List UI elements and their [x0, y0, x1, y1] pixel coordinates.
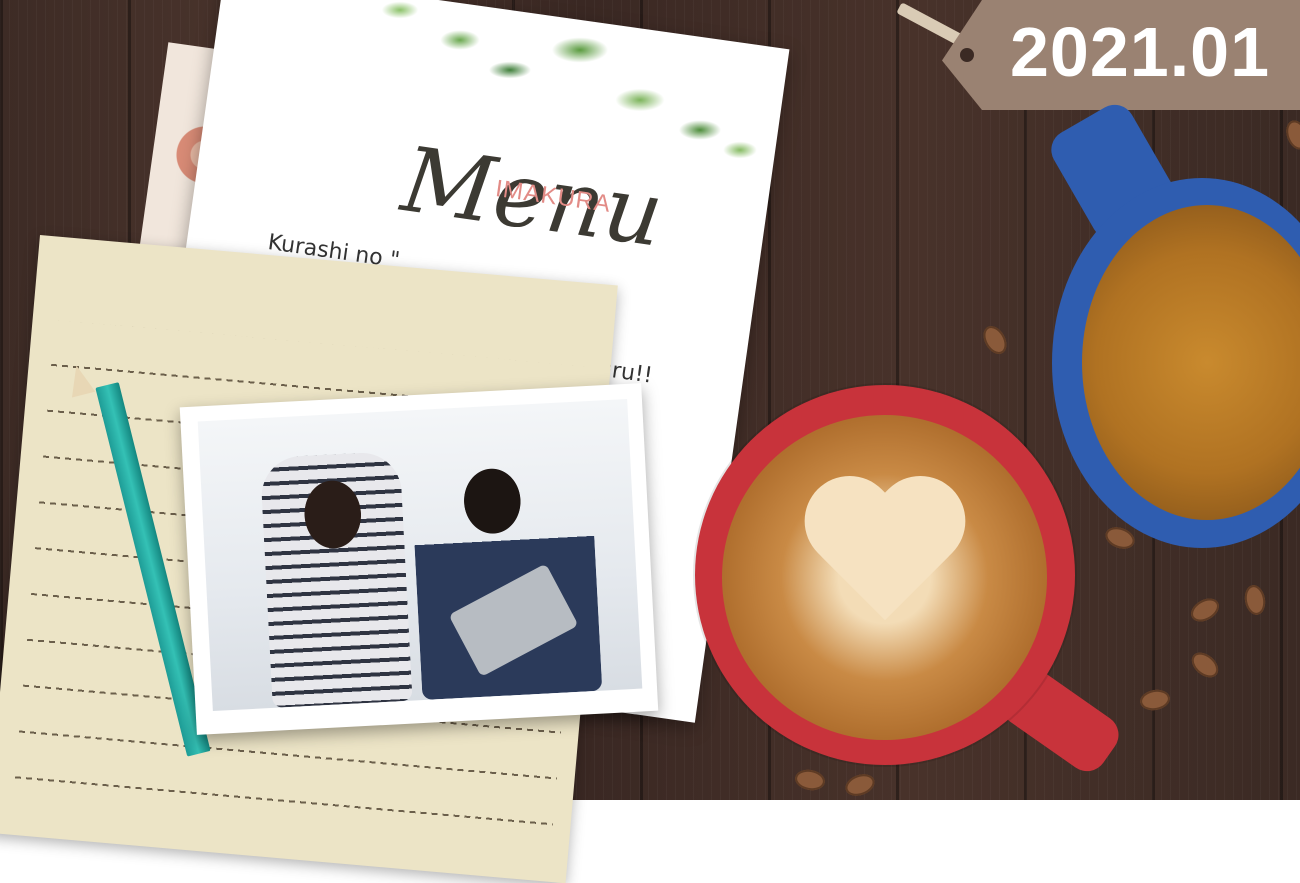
woman-figure	[259, 450, 413, 708]
tag-hole	[960, 48, 974, 62]
couple-photo	[197, 398, 643, 712]
latte-heart-art	[805, 480, 965, 630]
date-tag-label: 2021.01	[1010, 13, 1271, 91]
